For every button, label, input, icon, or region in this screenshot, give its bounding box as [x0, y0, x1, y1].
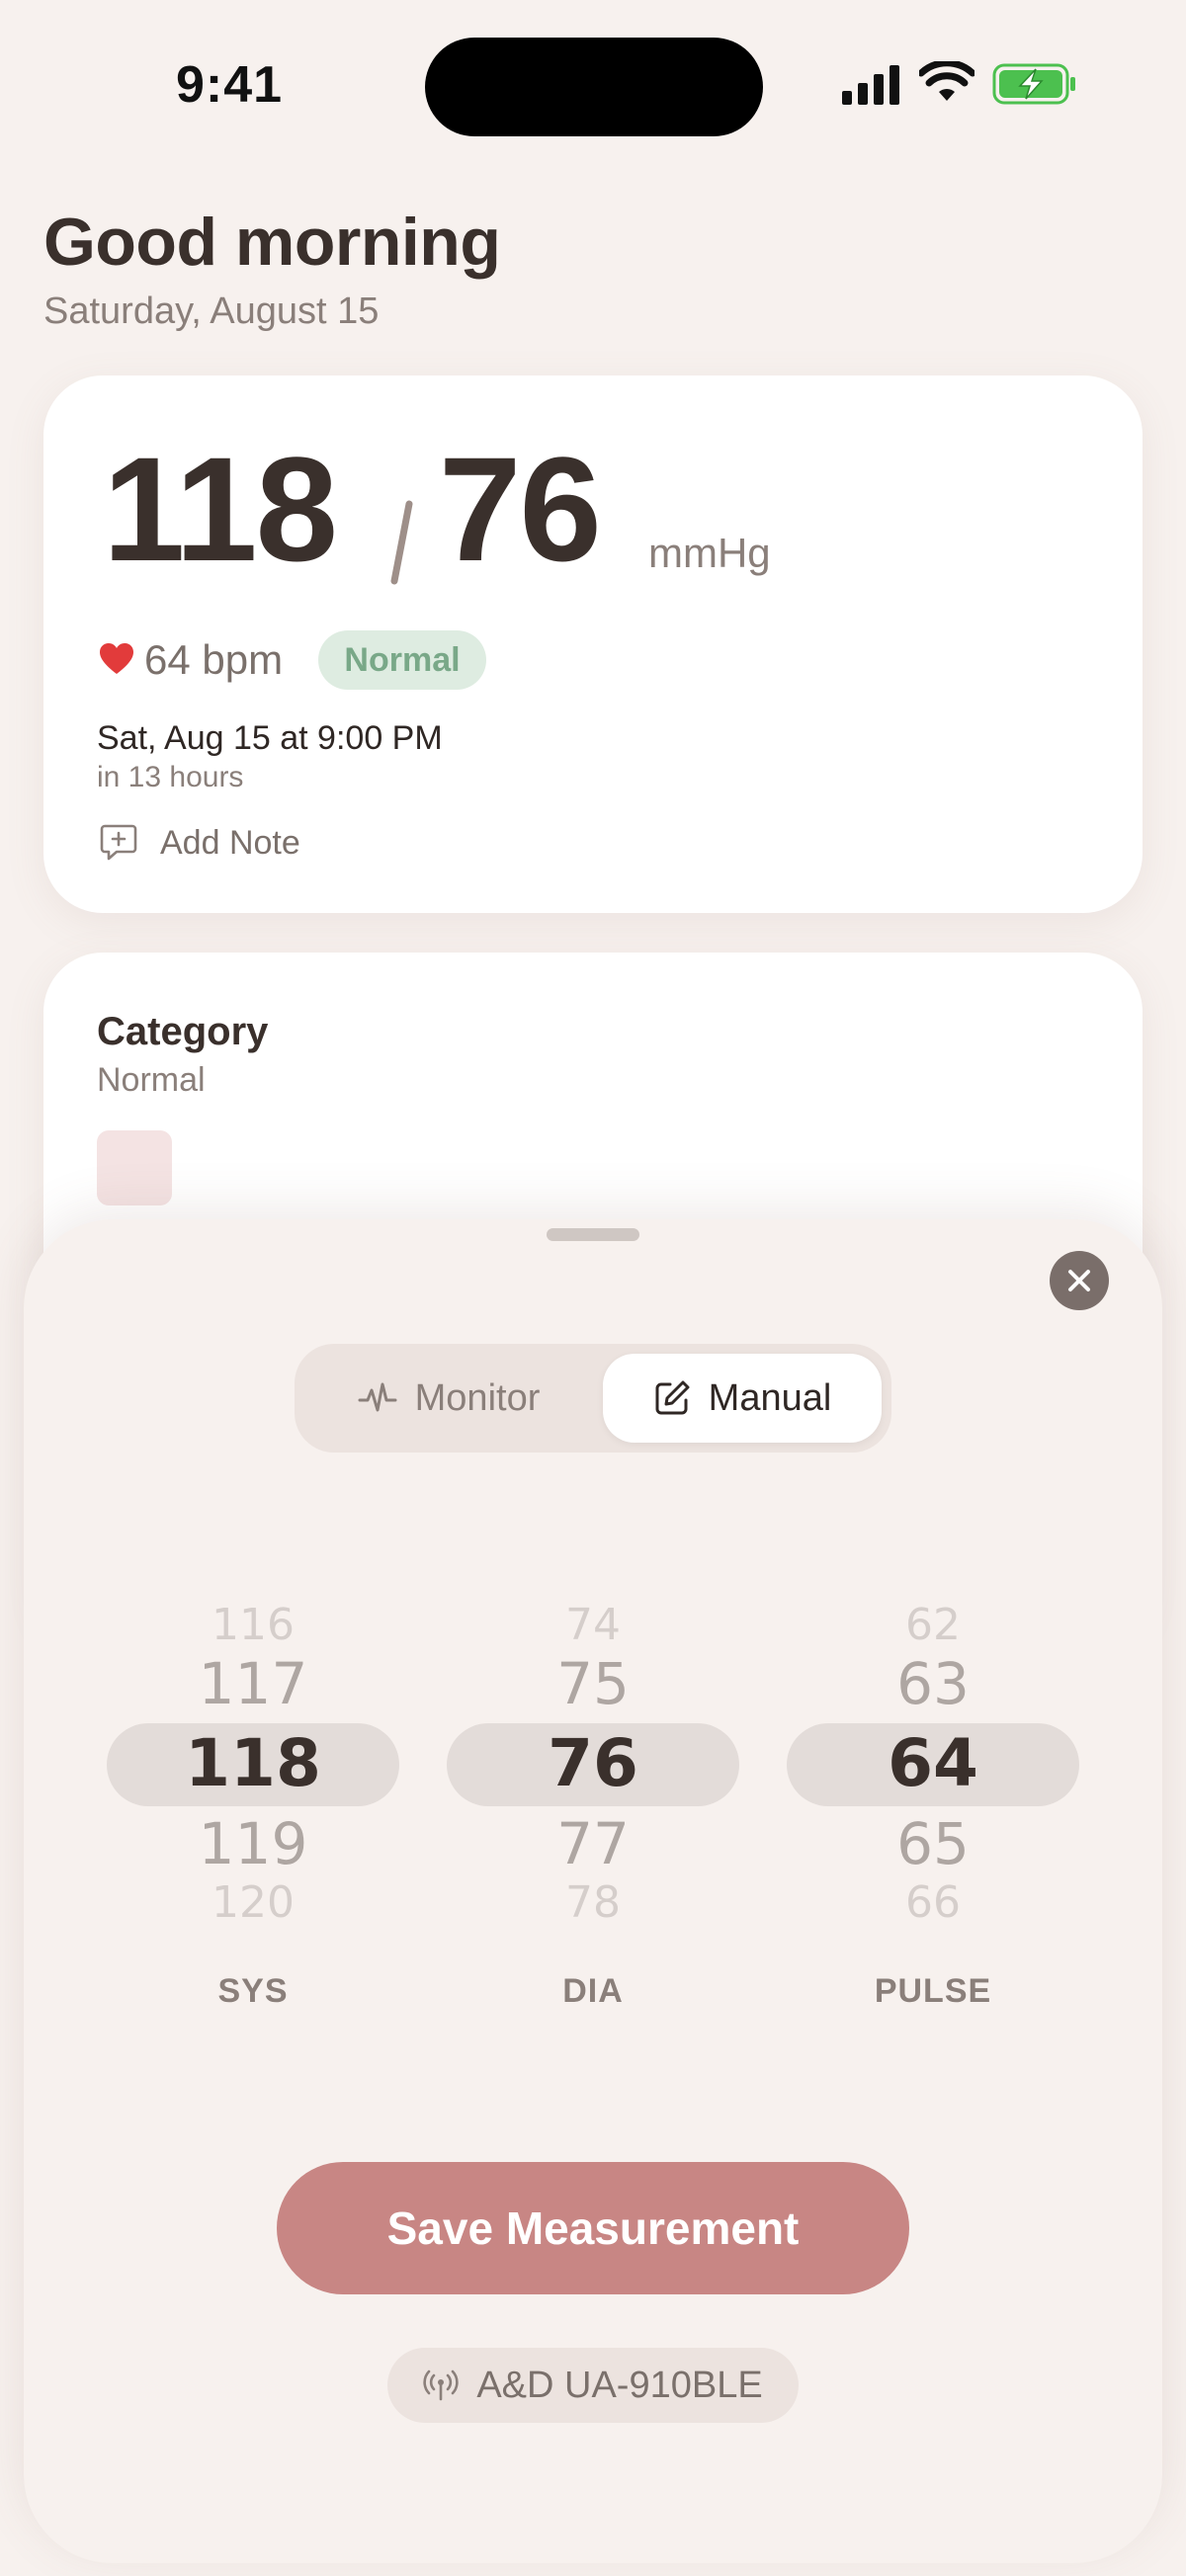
systolic-label: SYS [217, 1972, 289, 2010]
status-bar: 9:41 [0, 0, 1186, 168]
pulse-picker[interactable]: 62 63 64 65 66 [787, 1591, 1079, 1927]
close-button[interactable] [1050, 1251, 1109, 1310]
status-badge: Normal [318, 630, 486, 690]
picker-value[interactable]: 119 [107, 1810, 399, 1877]
picker-value[interactable]: 78 [447, 1879, 739, 1925]
battery-charging-icon [992, 63, 1075, 105]
category-value: Normal [97, 1061, 206, 1099]
date-subtitle: Saturday, August 15 [43, 291, 380, 332]
picker-value[interactable]: 77 [447, 1810, 739, 1877]
status-time: 9:41 [176, 56, 284, 114]
tab-monitor[interactable]: Monitor [302, 1354, 595, 1443]
diastolic-value: 76 [439, 426, 602, 592]
systolic-value: 118 [103, 426, 338, 592]
picker-value[interactable]: 62 [787, 1597, 1079, 1642]
sheet-grabber[interactable] [547, 1228, 639, 1241]
device-chip[interactable]: A&D UA-910BLE [387, 2348, 799, 2423]
picker-value[interactable]: 117 [107, 1650, 399, 1717]
greeting-title: Good morning [43, 205, 501, 280]
slash-divider [390, 500, 413, 585]
picker-value[interactable]: 63 [787, 1650, 1079, 1717]
picker-value[interactable]: 116 [107, 1597, 399, 1642]
reminder-relative: in 13 hours [97, 761, 244, 793]
pulse-value: 64 bpm [144, 636, 284, 683]
category-title: Category [97, 1010, 269, 1053]
systolic-picker[interactable]: 116 117 118 119 120 [107, 1591, 399, 1927]
antenna-icon [423, 2369, 459, 2401]
picker-selected-value[interactable]: 118 [107, 1725, 399, 1801]
dynamic-island [425, 38, 763, 136]
picker-value[interactable]: 74 [447, 1597, 739, 1642]
tab-manual[interactable]: Manual [603, 1354, 882, 1443]
add-note-icon[interactable] [99, 822, 138, 862]
picker-value[interactable]: 75 [447, 1650, 739, 1717]
bp-unit: mmHg [648, 530, 771, 576]
save-measurement-button[interactable]: Save Measurement [277, 2162, 909, 2294]
tab-monitor-label: Monitor [414, 1376, 541, 1419]
picker-selected-value[interactable]: 64 [787, 1725, 1079, 1801]
edit-icon [655, 1380, 690, 1415]
picker-value[interactable]: 65 [787, 1810, 1079, 1877]
cellular-signal-icon [842, 65, 899, 105]
reminder-time: Sat, Aug 15 at 9:00 PM [97, 719, 443, 757]
diastolic-picker[interactable]: 74 75 76 77 78 [447, 1591, 739, 1927]
tab-manual-label: Manual [708, 1376, 832, 1419]
close-icon [1068, 1270, 1090, 1291]
picker-value[interactable]: 120 [107, 1879, 399, 1925]
picker-selected-value[interactable]: 76 [447, 1725, 739, 1801]
pulse-label: PULSE [874, 1972, 992, 2010]
device-name: A&D UA-910BLE [476, 2364, 763, 2406]
picker-value[interactable]: 66 [787, 1879, 1079, 1925]
wifi-icon [919, 61, 974, 101]
diastolic-label: DIA [562, 1972, 624, 2010]
pulse-line-icon [358, 1382, 397, 1412]
heart-icon [100, 643, 133, 674]
add-note-button[interactable]: Add Note [160, 824, 300, 863]
category-swatch [97, 1130, 172, 1205]
